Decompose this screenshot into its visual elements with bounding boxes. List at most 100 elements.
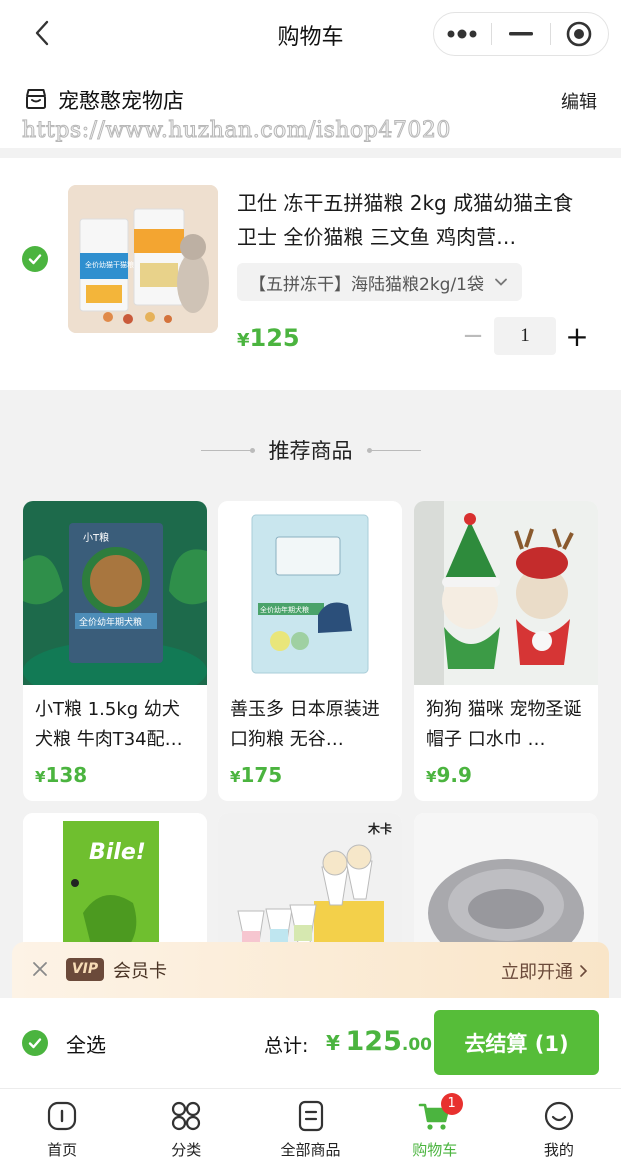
product-image: [414, 501, 598, 685]
edit-button[interactable]: 编辑: [561, 88, 597, 114]
product-price: ¥175: [230, 763, 282, 787]
chevron-right-icon: [580, 965, 588, 977]
select-all-checkbox[interactable]: [22, 1030, 48, 1056]
select-all-label[interactable]: 全选: [66, 1029, 106, 1058]
vip-label: 会员卡: [113, 961, 167, 982]
product-price: ¥138: [35, 763, 87, 787]
tab-label: 首页: [47, 1141, 78, 1159]
recommend-card[interactable]: Bile!: [23, 813, 207, 953]
more-button[interactable]: [434, 13, 491, 55]
pack-text: 全价幼猫干猫粮: [85, 260, 134, 269]
total-label: 总计:: [264, 1035, 309, 1057]
price-value: 9.9: [436, 763, 472, 787]
profile-icon: [544, 1101, 574, 1131]
vip-banner: VIP 会员卡 立即开通: [12, 942, 609, 998]
product-title: 小T粮 1.5kg 幼犬犬粮 牛肉T34配…: [35, 699, 183, 750]
checkout-button[interactable]: 去结算 (1): [434, 1010, 599, 1075]
tab-label: 购物车: [412, 1141, 458, 1159]
check-icon: [28, 1038, 42, 1049]
tab-label: 我的: [543, 1141, 574, 1159]
quantity-stepper: − 1 +: [458, 317, 598, 355]
product-image: 木卡: [218, 813, 402, 953]
watermark: https://www.huzhan.com/ishop47020: [22, 118, 451, 144]
price-value: 125: [249, 324, 300, 352]
tab-profile[interactable]: 我的: [497, 1089, 621, 1170]
product-image: Bile!: [23, 813, 207, 953]
shop-header: 宠憨憨宠物店 编辑 https://www.huzhan.com/ishop47…: [0, 70, 621, 148]
product-price: ¥9.9: [426, 763, 472, 787]
store-icon: [26, 89, 46, 109]
pack-brand: 小T粮: [83, 531, 109, 544]
close-icon[interactable]: [30, 959, 50, 979]
home-icon: [47, 1101, 77, 1131]
total-currency: ¥: [326, 1031, 340, 1055]
increase-button[interactable]: +: [562, 320, 592, 353]
close-miniprogram-button[interactable]: [551, 13, 608, 55]
total-integer: 125: [345, 1026, 402, 1057]
tab-all-products[interactable]: 全部商品: [248, 1089, 372, 1170]
dog-food-image: Bile!: [23, 813, 207, 953]
shop-name[interactable]: 宠憨憨宠物店: [58, 85, 184, 115]
price-value: 138: [45, 763, 88, 787]
price-currency: ¥: [237, 330, 250, 351]
pet-toy-image: 木卡: [218, 813, 402, 953]
pack-brand: Bile!: [89, 840, 146, 865]
price-currency: ¥: [230, 768, 241, 786]
product-price: ¥125: [237, 324, 300, 352]
product-image: [414, 813, 598, 953]
spec-selector[interactable]: 【五拼冻干】海陆猫粮2kg/1袋: [237, 263, 522, 301]
pack-brand: 木卡: [367, 821, 392, 836]
tab-label: 全部商品: [280, 1141, 341, 1159]
navbar: 购物车: [0, 0, 621, 70]
recommend-header: 推荐商品: [0, 430, 621, 470]
price-value: 175: [240, 763, 283, 787]
all-products-icon: [298, 1100, 323, 1132]
check-icon: [28, 254, 42, 265]
pack-text: 全价幼年期犬粮: [79, 616, 142, 628]
dog-food-image: 全价幼年期犬粮: [218, 501, 402, 685]
page-title: 购物车: [277, 25, 344, 50]
product-image: 全价幼年期犬粮: [218, 501, 402, 685]
decrease-button[interactable]: −: [458, 321, 488, 351]
price-currency: ¥: [35, 768, 46, 786]
total-amount: ¥ 125.00: [326, 1026, 432, 1057]
product-title: 狗狗 猫咪 宠物圣诞帽子 口水巾 …: [426, 699, 582, 750]
mini-program-capsule: [433, 12, 609, 56]
spec-label: 【五拼冻干】海陆猫粮2kg/1袋: [249, 274, 484, 295]
divider-line: [366, 447, 421, 453]
divider-line: [200, 447, 255, 453]
item-checkbox[interactable]: [22, 246, 48, 272]
recommend-card[interactable]: 全价幼年期犬粮 善玉多 日本原装进口狗粮 无谷… ¥175: [218, 501, 402, 801]
vip-open-button[interactable]: 立即开通: [501, 958, 589, 984]
total-decimal: .00: [401, 1035, 432, 1055]
chevron-down-icon: [495, 278, 507, 286]
tab-home[interactable]: 首页: [0, 1089, 124, 1170]
cart-item: 全价幼猫干猫粮 卫仕 冻干五拼猫粮 2kg 成猫幼猫主食 卫士 全价猫粮 三文鱼…: [0, 158, 621, 390]
product-title: 善玉多 日本原装进口狗粮 无谷…: [230, 699, 380, 750]
product-title[interactable]: 卫仕 冻干五拼猫粮 2kg 成猫幼猫主食 卫士 全价猫粮 三文鱼 鸡肉营…: [237, 186, 597, 254]
pet-bed-image: [414, 813, 598, 953]
back-button[interactable]: [28, 18, 58, 48]
cart-badge: 1: [440, 1093, 463, 1115]
dog-food-image: 小T粮 全价幼年期犬粮: [23, 501, 207, 685]
minimize-button[interactable]: [492, 13, 549, 55]
product-image[interactable]: 全价幼猫干猫粮: [68, 185, 218, 333]
christmas-hat-image: [414, 501, 598, 685]
pack-text: 全价幼年期犬粮: [260, 605, 309, 614]
vip-open-label: 立即开通: [501, 962, 573, 983]
recommend-card[interactable]: 木卡: [218, 813, 402, 953]
recommend-card[interactable]: 小T粮 全价幼年期犬粮 小T粮 1.5kg 幼犬犬粮 牛肉T34配… ¥138: [23, 501, 207, 801]
tab-cart[interactable]: 1 购物车: [373, 1089, 497, 1170]
tab-category[interactable]: 分类: [124, 1089, 248, 1170]
target-icon: [567, 21, 592, 47]
chevron-left-icon: [35, 20, 49, 46]
checkout-bar: 全选 总计: ¥ 125.00 去结算 (1): [0, 998, 621, 1088]
product-image: 小T粮 全价幼年期犬粮: [23, 501, 207, 685]
recommend-card[interactable]: [414, 813, 598, 953]
recommend-card[interactable]: 狗狗 猫咪 宠物圣诞帽子 口水巾 … ¥9.9: [414, 501, 598, 801]
quantity-value[interactable]: 1: [494, 317, 556, 355]
tab-bar: 首页 分类 全部商品 1 购物车 我的: [0, 1088, 621, 1170]
cat-food-image: 全价幼猫干猫粮: [68, 185, 218, 333]
tab-label: 分类: [171, 1141, 202, 1159]
more-dots-icon: [447, 29, 477, 39]
